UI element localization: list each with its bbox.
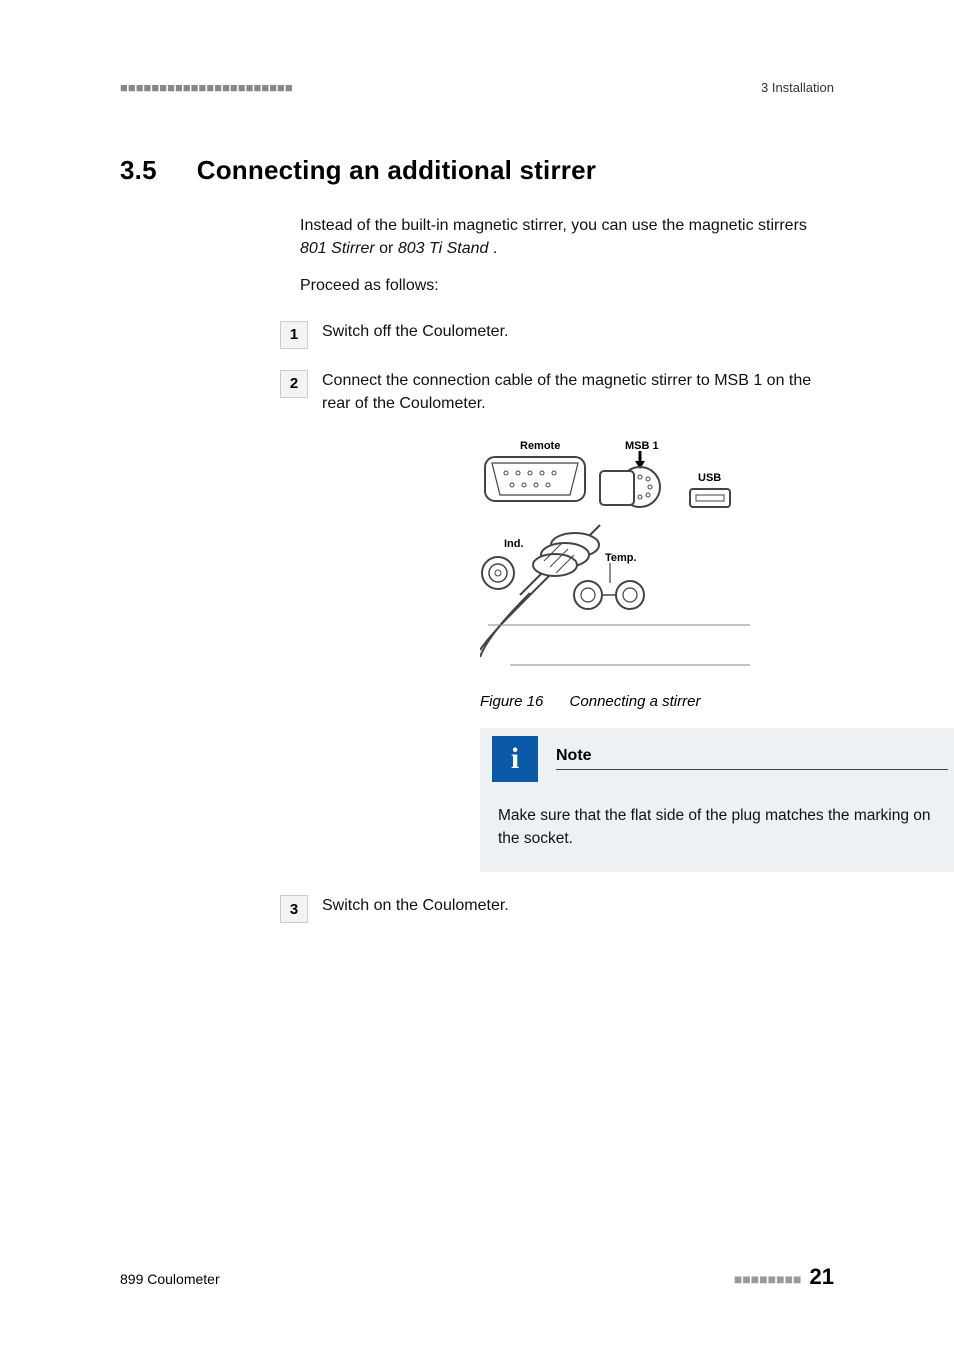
intro-text: Instead of the built-in magnetic stirrer… xyxy=(300,217,807,234)
header-chapter: 3 Installation xyxy=(761,80,834,95)
footer-product: 899 Coulometer xyxy=(120,1271,220,1287)
label-temp: Temp. xyxy=(605,552,637,564)
step-3: 3 Switch on the Coulometer. xyxy=(280,894,834,923)
figure-number: Figure 16 xyxy=(480,693,543,710)
section-title: Connecting an additional stirrer xyxy=(197,155,596,186)
step-text: Switch off the Coulometer. xyxy=(322,320,508,343)
step-1: 1 Switch off the Coulometer. xyxy=(280,320,834,349)
label-ind: Ind. xyxy=(504,538,524,550)
note-title: Note xyxy=(556,747,948,770)
label-remote: Remote xyxy=(520,440,560,452)
page-number: 21 xyxy=(810,1264,834,1290)
label-msb1: MSB 1 xyxy=(625,440,659,452)
proceed-text: Proceed as follows: xyxy=(300,274,834,297)
page: ■■■■■■■■■■■■■■■■■■■■■■ 3 Installation 3.… xyxy=(0,0,954,1350)
product-801: 801 Stirrer xyxy=(300,240,375,257)
footer-ornament-right: ■■■■■■■■ xyxy=(734,1271,802,1287)
note-box: i Note Make sure that the flat side of t… xyxy=(480,728,954,873)
note-header: i Note xyxy=(480,728,954,786)
page-header: ■■■■■■■■■■■■■■■■■■■■■■ 3 Installation xyxy=(120,80,834,95)
step-number: 2 xyxy=(280,370,308,398)
label-usb: USB xyxy=(698,472,721,484)
section-number: 3.5 xyxy=(120,155,157,186)
intro-or: or xyxy=(379,240,398,257)
section-heading: 3.5 Connecting an additional stirrer xyxy=(120,155,834,186)
steps-list: 1 Switch off the Coulometer. 2 Connect t… xyxy=(280,320,834,924)
figure-title: Connecting a stirrer xyxy=(570,693,701,710)
step-number: 3 xyxy=(280,895,308,923)
step-text: Switch on the Coulometer. xyxy=(322,894,509,917)
intro-block: Instead of the built-in magnetic stirrer… xyxy=(300,214,834,298)
page-footer: 899 Coulometer ■■■■■■■■ 21 xyxy=(120,1264,834,1290)
note-body: Make sure that the flat side of the plug… xyxy=(480,786,954,873)
info-icon: i xyxy=(492,736,538,782)
figure-connecting-stirrer: Remote MSB 1 USB xyxy=(480,435,834,685)
step-text: Connect the connection cable of the magn… xyxy=(322,369,834,415)
plug-illustration xyxy=(480,471,634,657)
step-2: 2 Connect the connection cable of the ma… xyxy=(280,369,834,415)
connector-diagram-svg: Remote MSB 1 USB xyxy=(480,435,780,685)
figure-caption: Figure 16 Connecting a stirrer xyxy=(480,693,834,710)
intro-paragraph: Instead of the built-in magnetic stirrer… xyxy=(300,214,834,260)
header-ornament-left: ■■■■■■■■■■■■■■■■■■■■■■ xyxy=(120,80,293,95)
step-number: 1 xyxy=(280,321,308,349)
product-803: 803 Ti Stand xyxy=(398,240,489,257)
intro-period: . xyxy=(493,240,497,257)
